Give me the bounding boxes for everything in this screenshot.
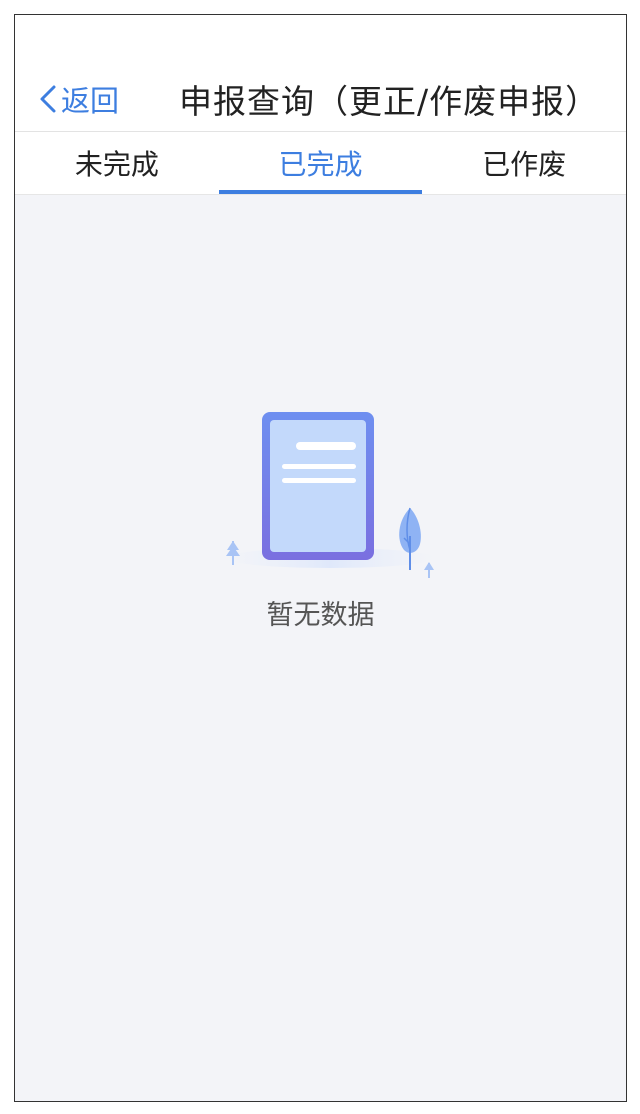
back-button[interactable]: 返回 — [37, 79, 119, 119]
chevron-left-icon — [40, 85, 56, 113]
page-title: 申报查询（更正/作废申报） — [179, 82, 600, 121]
back-label: 返回 — [61, 84, 120, 118]
tab-label: 未完成 — [74, 148, 159, 181]
app-screen: 返回 申报查询（更正/作废申报） 未完成 已完成 已作废 暂无数据 — [14, 14, 627, 1102]
tab-label: 已完成 — [278, 148, 363, 181]
navigation-bar: 返回 申报查询（更正/作废申报） — [15, 65, 626, 132]
tab-label: 已作废 — [482, 148, 567, 181]
tab-incomplete[interactable]: 未完成 — [15, 132, 219, 194]
tab-voided[interactable]: 已作废 — [422, 132, 626, 194]
tab-completed[interactable]: 已完成 — [218, 132, 423, 194]
content-area: 暂无数据 — [15, 195, 626, 1101]
status-bar-area — [15, 15, 626, 65]
empty-state-message: 暂无数据 — [266, 600, 375, 631]
tab-bar: 未完成 已完成 已作废 — [15, 132, 626, 195]
empty-document-icon — [225, 412, 435, 578]
